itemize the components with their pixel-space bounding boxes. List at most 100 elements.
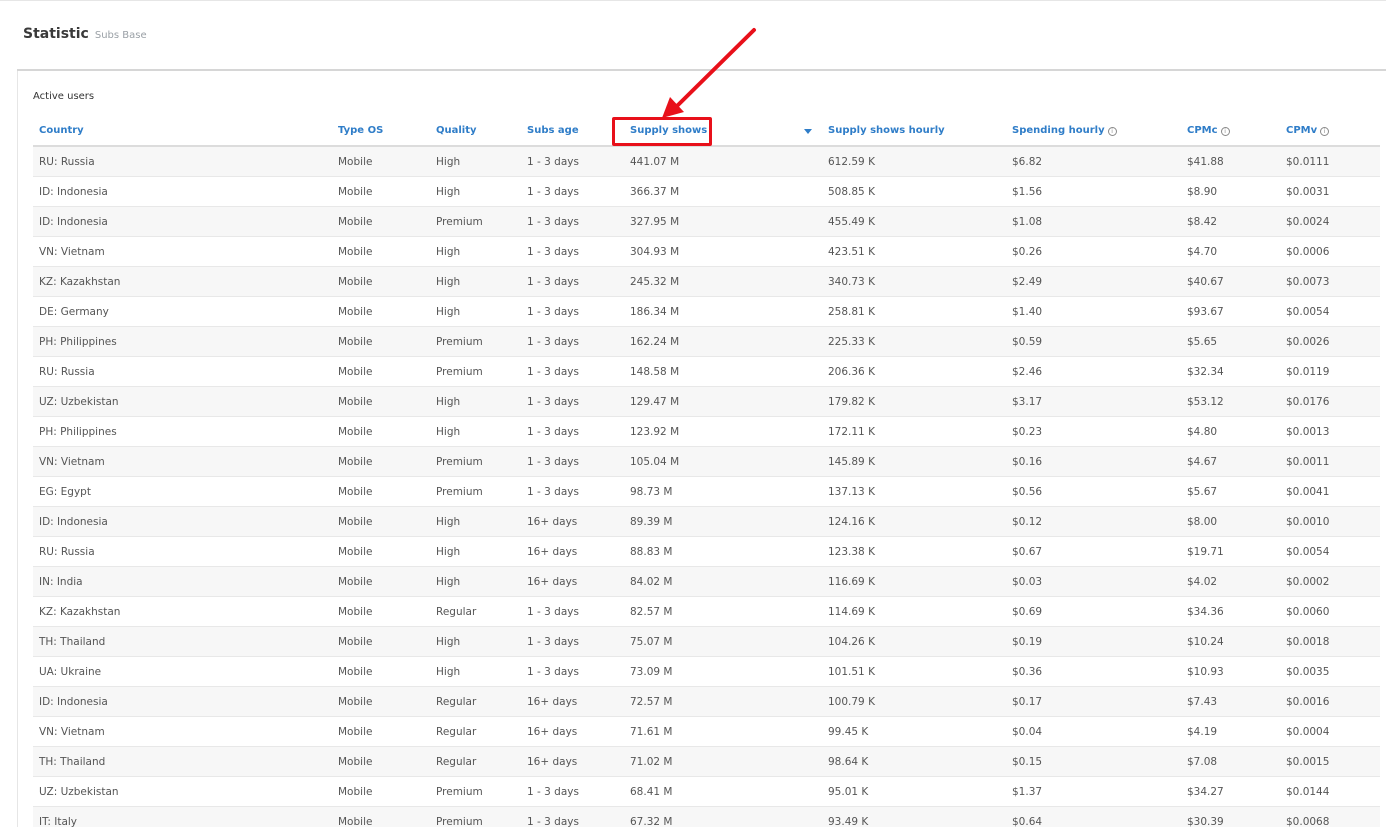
cell-supply-shows: 88.83 M — [624, 536, 822, 567]
column-header-type-os[interactable]: Type OS — [332, 116, 430, 147]
cell-subs-age: 1 - 3 days — [521, 806, 624, 827]
cell-spending-hourly: $1.37 — [1006, 776, 1181, 807]
cell-quality: High — [430, 296, 521, 327]
cell-supply-shows-hourly: 116.69 K — [822, 566, 1006, 597]
cell-country: KZ: Kazakhstan — [33, 266, 332, 297]
cell-quality: High — [430, 236, 521, 267]
cell-subs-age: 16+ days — [521, 536, 624, 567]
table-row: VN: Vietnam Mobile Premium 1 - 3 days 105.04… — [33, 446, 1380, 477]
cell-country: ID: Indonesia — [33, 176, 332, 207]
cell-cpmv: $0.0016 — [1280, 686, 1380, 717]
table-row: EG: Egypt Mobile Premium 1 - 3 days 98.73 M1… — [33, 476, 1380, 507]
cell-country: EG: Egypt — [33, 476, 332, 507]
top-border — [0, 0, 1386, 1]
table-row: DE: Germany Mobile High 1 - 3 days 186.34 M2… — [33, 296, 1380, 327]
sort-desc-icon[interactable] — [804, 129, 812, 134]
cell-subs-age: 1 - 3 days — [521, 326, 624, 357]
cell-spending-hourly: $6.82 — [1006, 146, 1181, 177]
cell-supply-shows: 68.41 M — [624, 776, 822, 807]
cell-supply-shows: 84.02 M — [624, 566, 822, 597]
column-header-subs-age[interactable]: Subs age — [521, 116, 624, 147]
table-header: Country Type OS Quality Subs age Supply show… — [33, 116, 1380, 147]
cell-cpmc: $7.08 — [1181, 746, 1280, 777]
cell-type-os: Mobile — [332, 476, 430, 507]
cell-country: PH: Philippines — [33, 326, 332, 357]
column-header-label: Type OS — [338, 125, 384, 136]
cell-subs-age: 1 - 3 days — [521, 206, 624, 237]
cell-country: TH: Thailand — [33, 626, 332, 657]
table-row: VN: Vietnam Mobile Regular 16+ days 71.61 M9… — [33, 716, 1380, 747]
cell-country: PH: Philippines — [33, 416, 332, 447]
cell-cpmc: $8.90 — [1181, 176, 1280, 207]
table-row: RU: Russia Mobile Premium 1 - 3 days 148.58 … — [33, 356, 1380, 387]
column-header-country[interactable]: Country — [33, 116, 332, 147]
cell-subs-age: 1 - 3 days — [521, 176, 624, 207]
cell-type-os: Mobile — [332, 776, 430, 807]
cell-cpmc: $10.24 — [1181, 626, 1280, 657]
column-header-spending-hourly[interactable]: Spending hourly i — [1006, 116, 1181, 147]
cell-cpmv: $0.0035 — [1280, 656, 1380, 687]
cell-type-os: Mobile — [332, 506, 430, 537]
cell-country: IN: India — [33, 566, 332, 597]
cell-supply-shows: 327.95 M — [624, 206, 822, 237]
cell-country: RU: Russia — [33, 146, 332, 177]
cell-spending-hourly: $0.15 — [1006, 746, 1181, 777]
table-row: PH: Philippines Mobile Premium 1 - 3 days 16… — [33, 326, 1380, 357]
cell-country: IT: Italy — [33, 806, 332, 827]
cell-cpmv: $0.0176 — [1280, 386, 1380, 417]
cell-quality: Premium — [430, 476, 521, 507]
table-row: TH: Thailand Mobile High 1 - 3 days 75.07 M1… — [33, 626, 1380, 657]
column-header-cpmv[interactable]: CPMv i — [1280, 116, 1380, 147]
cell-supply-shows-hourly: 98.64 K — [822, 746, 1006, 777]
cell-quality: Premium — [430, 206, 521, 237]
page-header: Statistic Subs Base — [23, 26, 147, 42]
cell-supply-shows-hourly: 423.51 K — [822, 236, 1006, 267]
cell-supply-shows-hourly: 225.33 K — [822, 326, 1006, 357]
cell-supply-shows: 82.57 M — [624, 596, 822, 627]
page-title: Statistic — [23, 26, 89, 42]
column-header-supply-shows-hourly[interactable]: Supply shows hourly — [822, 116, 1006, 147]
column-header-label: Quality — [436, 125, 477, 136]
cell-cpmv: $0.0015 — [1280, 746, 1380, 777]
page-subtitle: Subs Base — [94, 30, 147, 41]
column-header-label: Spending hourly — [1012, 125, 1105, 136]
column-header-label: CPMv — [1286, 125, 1318, 136]
cell-type-os: Mobile — [332, 686, 430, 717]
cell-supply-shows: 304.93 M — [624, 236, 822, 267]
cell-country: VN: Vietnam — [33, 236, 332, 267]
column-header-quality[interactable]: Quality — [430, 116, 521, 147]
cell-cpmc: $40.67 — [1181, 266, 1280, 297]
cell-supply-shows-hourly: 172.11 K — [822, 416, 1006, 447]
cell-supply-shows-hourly: 99.45 K — [822, 716, 1006, 747]
cell-quality: Regular — [430, 716, 521, 747]
cell-subs-age: 1 - 3 days — [521, 296, 624, 327]
cell-spending-hourly: $2.49 — [1006, 266, 1181, 297]
cell-quality: High — [430, 176, 521, 207]
cell-cpmc: $93.67 — [1181, 296, 1280, 327]
cell-spending-hourly: $0.19 — [1006, 626, 1181, 657]
cell-quality: Premium — [430, 446, 521, 477]
cell-supply-shows-hourly: 104.26 K — [822, 626, 1006, 657]
info-icon[interactable]: i — [1107, 127, 1117, 136]
cell-supply-shows: 186.34 M — [624, 296, 822, 327]
cell-type-os: Mobile — [332, 326, 430, 357]
cell-cpmc: $34.27 — [1181, 776, 1280, 807]
cell-cpmv: $0.0073 — [1280, 266, 1380, 297]
cell-type-os: Mobile — [332, 146, 430, 177]
column-header-cpmc[interactable]: CPMc i — [1181, 116, 1280, 147]
cell-type-os: Mobile — [332, 206, 430, 237]
cell-spending-hourly: $2.46 — [1006, 356, 1181, 387]
column-header-supply-shows[interactable]: Supply shows — [624, 116, 822, 147]
cell-type-os: Mobile — [332, 596, 430, 627]
cell-supply-shows: 98.73 M — [624, 476, 822, 507]
info-icon[interactable]: i — [1320, 127, 1330, 136]
cell-type-os: Mobile — [332, 806, 430, 827]
cell-cpmc: $4.70 — [1181, 236, 1280, 267]
cell-cpmc: $41.88 — [1181, 146, 1280, 177]
cell-country: VN: Vietnam — [33, 716, 332, 747]
info-icon[interactable]: i — [1220, 127, 1230, 136]
cell-supply-shows: 72.57 M — [624, 686, 822, 717]
cell-cpmv: $0.0068 — [1280, 806, 1380, 827]
cell-quality: High — [430, 506, 521, 537]
cell-cpmv: $0.0031 — [1280, 176, 1380, 207]
